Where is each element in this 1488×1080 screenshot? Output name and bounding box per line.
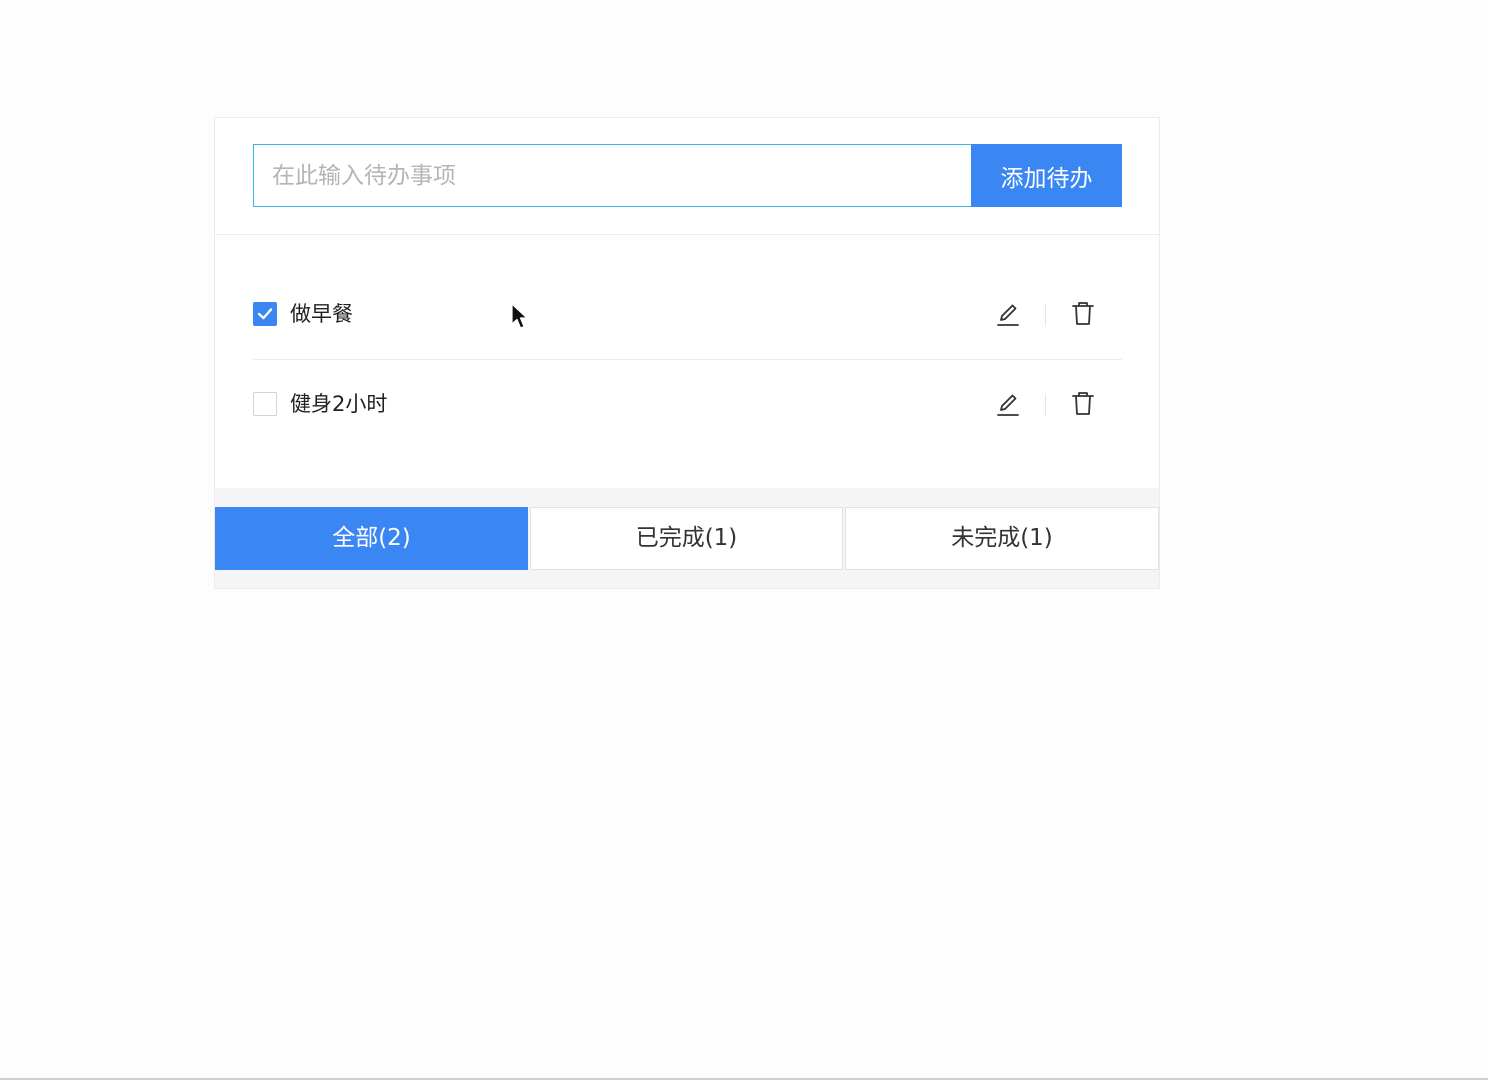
mouse-pointer-icon (511, 303, 528, 329)
todo-checkbox[interactable] (253, 392, 277, 416)
todo-item: 做早餐 (253, 270, 1122, 360)
check-icon (257, 308, 273, 320)
filter-all-tab[interactable]: 全部(2) (215, 507, 528, 570)
todo-input[interactable] (253, 144, 971, 207)
filter-completed-tab[interactable]: 已完成(1) (530, 507, 843, 570)
trash-icon[interactable] (1070, 390, 1096, 418)
todo-label: 健身2小时 (290, 392, 388, 416)
todo-header: 添加待办 (215, 118, 1159, 235)
todo-label: 做早餐 (290, 302, 353, 326)
todo-card: 添加待办 做早餐 健身2小时 (214, 117, 1160, 589)
add-todo-button[interactable]: 添加待办 (971, 144, 1122, 207)
trash-icon[interactable] (1070, 300, 1096, 328)
pencil-icon[interactable] (994, 391, 1022, 419)
pencil-icon[interactable] (994, 301, 1022, 329)
todo-item: 健身2小时 (253, 360, 1122, 450)
action-separator (1045, 304, 1046, 326)
filter-incomplete-tab[interactable]: 未完成(1) (845, 507, 1159, 570)
action-separator (1045, 394, 1046, 416)
todo-list: 做早餐 健身2小时 (253, 270, 1122, 450)
filter-bar: 全部(2) 已完成(1) 未完成(1) (215, 488, 1159, 588)
todo-checkbox[interactable] (253, 302, 277, 326)
